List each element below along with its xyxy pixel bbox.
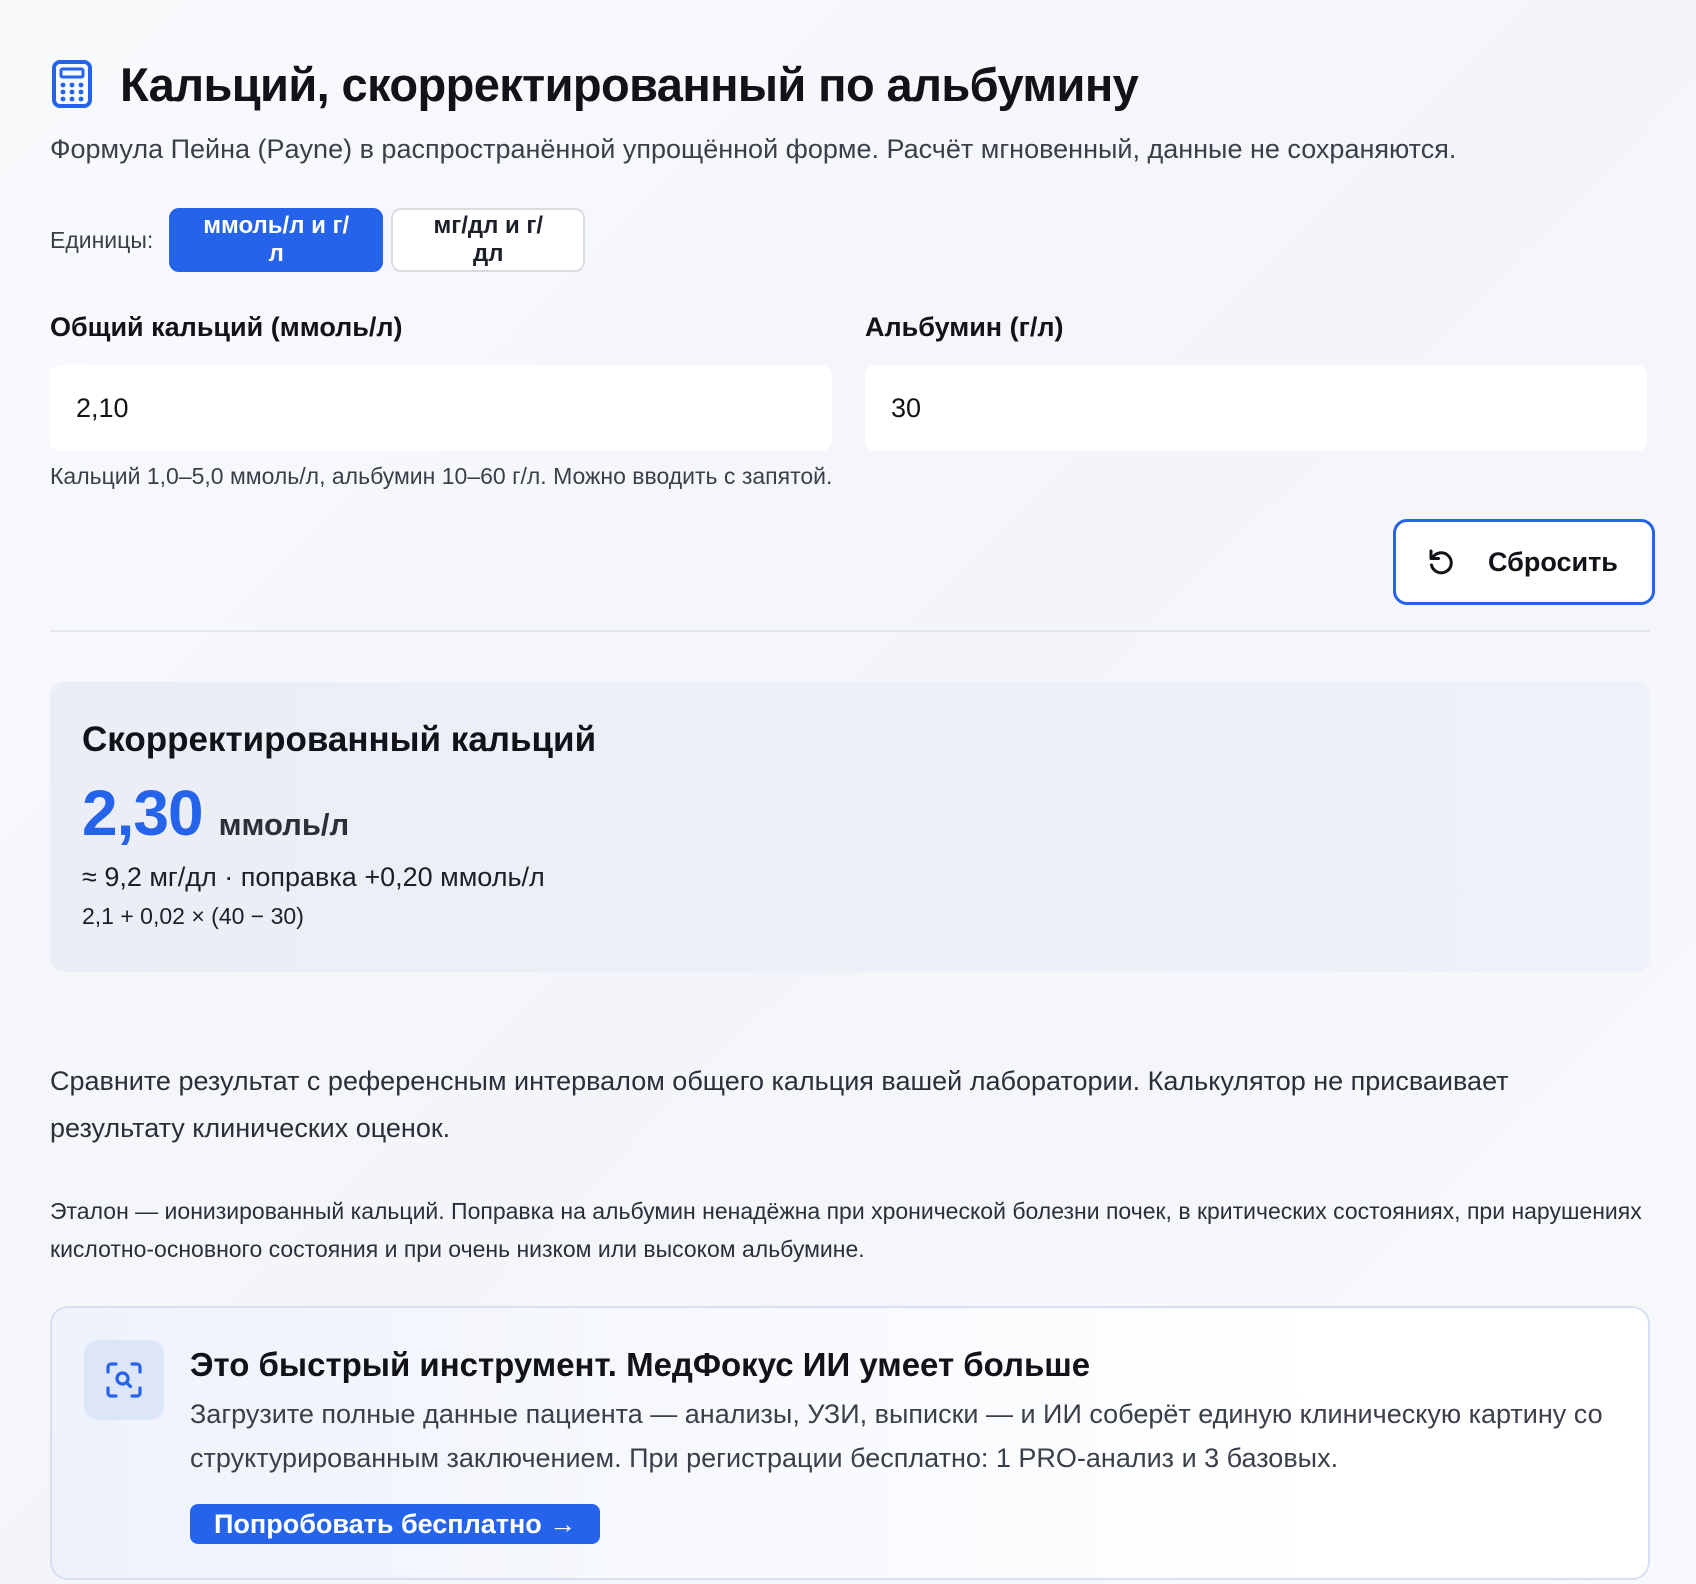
input-fields: Общий кальций (ммоль/л) Альбумин (г/л) — [50, 309, 1650, 451]
albumin-label: Альбумин (г/л) — [865, 312, 1064, 342]
reset-icon — [1429, 549, 1453, 575]
calcium-label: Общий кальций (ммоль/л) — [50, 312, 403, 342]
compare-note: Сравните результат с референсным интерва… — [50, 1066, 1509, 1143]
title-row: Кальций, скорректированный по альбумину — [50, 52, 1650, 116]
result-formula: 2,1 + 0,02 × (40 − 30) — [82, 903, 304, 929]
promo-title: Это быстрый инструмент. МедФокус ИИ умее… — [190, 1346, 1091, 1383]
reset-label: Сбросить — [1488, 546, 1618, 577]
page-subtitle: Формула Пейна (Payne) в распространённой… — [50, 134, 1457, 164]
reset-button[interactable]: Сбросить — [1393, 519, 1655, 605]
search-scan-icon — [106, 1362, 142, 1398]
albumin-field-group: Альбумин (г/л) — [865, 309, 1647, 451]
calcium-field-group: Общий кальций (ммоль/л) — [50, 309, 832, 451]
promo-body: Это быстрый инструмент. МедФокус ИИ умее… — [190, 1344, 1620, 1544]
albumin-input[interactable] — [865, 365, 1647, 451]
promo-text: Загрузите полные данные пациента — анали… — [190, 1399, 1603, 1473]
units-option-mmol[interactable]: ммоль/л и г/л — [169, 208, 384, 272]
promo-card: Это быстрый инструмент. МедФокус ИИ умее… — [50, 1306, 1650, 1580]
units-label: Единицы: — [50, 226, 154, 253]
units-toggle: Единицы: ммоль/л и г/л мг/дл и г/дл — [50, 207, 1650, 273]
result-conversion: ≈ 9,2 мг/дл · поправка +0,20 ммоль/л — [82, 862, 545, 892]
page-title: Кальций, скорректированный по альбумину — [120, 57, 1139, 111]
calcium-input[interactable] — [50, 365, 832, 451]
try-free-button[interactable]: Попробовать бесплатно → — [190, 1504, 601, 1544]
caveat-note: Эталон — ионизированный кальций. Поправк… — [50, 1198, 1642, 1262]
section-divider — [50, 630, 1650, 632]
result-card: Скорректированный кальций 2,30 ммоль/л ≈… — [50, 682, 1650, 972]
reset-wrap: Сбросить — [1393, 519, 1655, 605]
result-value-row: 2,30 ммоль/л — [82, 776, 1618, 850]
promo-icon-box — [84, 1340, 164, 1420]
result-value: 2,30 — [82, 777, 204, 849]
units-option-mgdl[interactable]: мг/дл и г/дл — [391, 208, 586, 272]
result-unit: ммоль/л — [218, 807, 350, 842]
calculator-icon — [52, 60, 92, 108]
calculator-page: Кальций, скорректированный по альбумину … — [50, 52, 1655, 1580]
result-title: Скорректированный кальций — [82, 720, 597, 759]
input-hint: Кальций 1,0–5,0 ммоль/л, альбумин 10–60 … — [50, 463, 833, 489]
